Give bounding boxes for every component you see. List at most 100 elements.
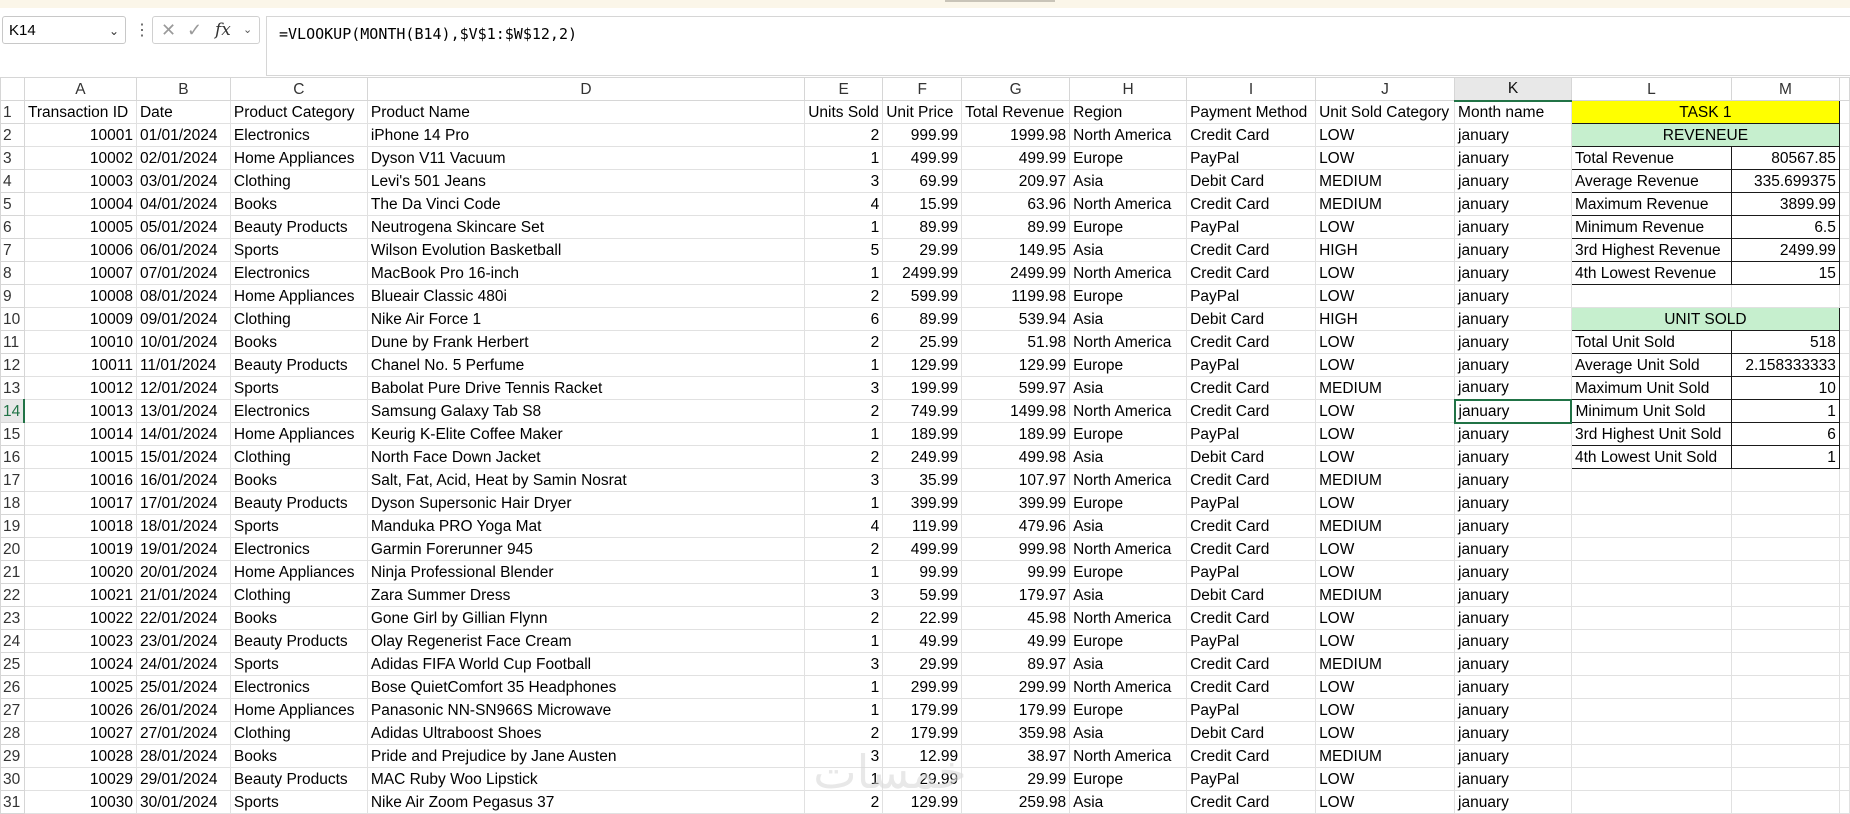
cell[interactable]: Pride and Prejudice by Jane Austen (366, 744, 806, 768)
cell[interactable]: 119.99 (882, 514, 963, 538)
row-header[interactable]: 11 (0, 330, 25, 354)
cell[interactable]: january (1454, 146, 1572, 170)
stat-label[interactable]: 4th Lowest Revenue (1570, 261, 1732, 285)
stat-label[interactable]: Average Unit Sold (1570, 353, 1732, 377)
cell[interactable]: MacBook Pro 16-inch (366, 261, 806, 285)
cell[interactable]: Samsung Galaxy Tab S8 (366, 399, 806, 423)
cell[interactable]: 359.98 (961, 721, 1071, 745)
cell[interactable]: 10022 (23, 606, 137, 630)
stat-value[interactable]: 6.5 (1730, 215, 1840, 239)
cell[interactable] (1838, 445, 1850, 469)
cell[interactable]: january (1454, 560, 1572, 584)
cell[interactable]: PayPal (1186, 698, 1317, 722)
cell[interactable]: 89.97 (961, 652, 1071, 676)
cell[interactable]: 2499.99 (961, 261, 1071, 285)
cell[interactable] (1570, 767, 1732, 791)
cell[interactable]: 10018 (23, 514, 137, 538)
cell[interactable]: january (1454, 606, 1572, 630)
cell[interactable]: january (1454, 238, 1572, 262)
row-header[interactable]: 30 (0, 767, 25, 791)
cell[interactable]: january (1454, 629, 1572, 653)
cell[interactable]: Beauty Products (229, 353, 368, 377)
row-header[interactable]: 5 (0, 192, 25, 216)
cell[interactable]: Salt, Fat, Acid, Heat by Samin Nosrat (366, 468, 806, 492)
cell[interactable]: 299.99 (961, 675, 1071, 699)
cell[interactable] (1838, 514, 1850, 538)
cell[interactable]: 1 (804, 261, 884, 285)
row-header[interactable]: 21 (0, 560, 25, 584)
cancel-icon[interactable]: ✕ (161, 17, 176, 43)
row-header[interactable]: 22 (0, 583, 25, 607)
cell[interactable]: Credit Card (1186, 238, 1317, 262)
cell[interactable]: Olay Regenerist Face Cream (366, 629, 806, 653)
cell[interactable] (1838, 537, 1850, 561)
cell[interactable]: 51.98 (961, 330, 1071, 354)
cell[interactable]: Credit Card (1186, 192, 1317, 216)
cell[interactable] (1570, 583, 1732, 607)
cell[interactable]: LOW (1315, 606, 1456, 630)
cell[interactable]: 10015 (23, 445, 137, 469)
cell[interactable]: 10011 (23, 353, 137, 377)
stat-value[interactable]: 80567.85 (1730, 146, 1840, 170)
cell[interactable] (1838, 560, 1850, 584)
stat-label[interactable]: Average Revenue (1570, 169, 1732, 193)
column-header-k[interactable]: K (1454, 77, 1572, 102)
cell[interactable]: PayPal (1186, 353, 1317, 377)
cell[interactable]: 29.99 (882, 238, 963, 262)
cell[interactable]: 1 (804, 767, 884, 791)
cell[interactable] (1730, 606, 1840, 630)
cell[interactable]: 2 (804, 399, 884, 423)
cell[interactable]: Credit Card (1186, 537, 1317, 561)
cell[interactable]: 2 (804, 123, 884, 147)
cell[interactable]: Home Appliances (229, 284, 368, 308)
cell[interactable]: january (1454, 514, 1572, 538)
cell[interactable]: 10028 (23, 744, 137, 768)
cell[interactable]: 10029 (23, 767, 137, 791)
cell[interactable]: 10024 (23, 652, 137, 676)
stat-value[interactable]: 335.699375 (1730, 169, 1840, 193)
cell[interactable]: Debit Card (1186, 307, 1317, 331)
cell[interactable]: 12.99 (882, 744, 963, 768)
column-header-m[interactable]: M (1730, 77, 1840, 101)
cell[interactable]: North America (1069, 744, 1188, 768)
column-header-c[interactable]: C (229, 77, 368, 101)
cell[interactable]: Asia (1069, 721, 1188, 745)
cell[interactable]: january (1454, 491, 1572, 515)
cell[interactable]: Clothing (229, 445, 368, 469)
cell[interactable]: january (1454, 583, 1572, 607)
cell[interactable]: Europe (1069, 215, 1188, 239)
cell[interactable]: 3 (804, 169, 884, 193)
cell[interactable] (1838, 422, 1850, 446)
cell[interactable] (1838, 307, 1850, 331)
cell[interactable]: 179.99 (882, 721, 963, 745)
cell[interactable]: january (1454, 445, 1572, 469)
header-cell[interactable]: Total Revenue (961, 100, 1071, 124)
cell[interactable] (1570, 721, 1732, 745)
cell[interactable]: 19/01/2024 (135, 537, 231, 561)
cell[interactable]: 199.99 (882, 376, 963, 400)
cell[interactable]: 189.99 (882, 422, 963, 446)
header-cell[interactable]: Product Name (366, 100, 806, 124)
cell[interactable] (1838, 238, 1850, 262)
cell[interactable]: PayPal (1186, 215, 1317, 239)
cell[interactable]: Adidas Ultraboost Shoes (366, 721, 806, 745)
cell[interactable]: 5 (804, 238, 884, 262)
cell[interactable]: Books (229, 606, 368, 630)
cell[interactable]: LOW (1315, 629, 1456, 653)
cell[interactable]: Books (229, 744, 368, 768)
cell[interactable]: 29.99 (961, 767, 1071, 791)
cell[interactable]: 02/01/2024 (135, 146, 231, 170)
cell[interactable]: 129.99 (882, 790, 963, 814)
cell[interactable]: PayPal (1186, 560, 1317, 584)
cell[interactable]: MEDIUM (1315, 468, 1456, 492)
cell[interactable]: Europe (1069, 284, 1188, 308)
stat-label[interactable]: 3rd Highest Unit Sold (1570, 422, 1732, 446)
cell[interactable]: 38.97 (961, 744, 1071, 768)
cell[interactable]: january (1454, 767, 1572, 791)
cell[interactable] (1838, 376, 1850, 400)
cell[interactable] (1730, 583, 1840, 607)
cell[interactable]: 09/01/2024 (135, 307, 231, 331)
cell[interactable]: 07/01/2024 (135, 261, 231, 285)
cell[interactable]: 25/01/2024 (135, 675, 231, 699)
column-header-h[interactable]: H (1069, 77, 1188, 101)
